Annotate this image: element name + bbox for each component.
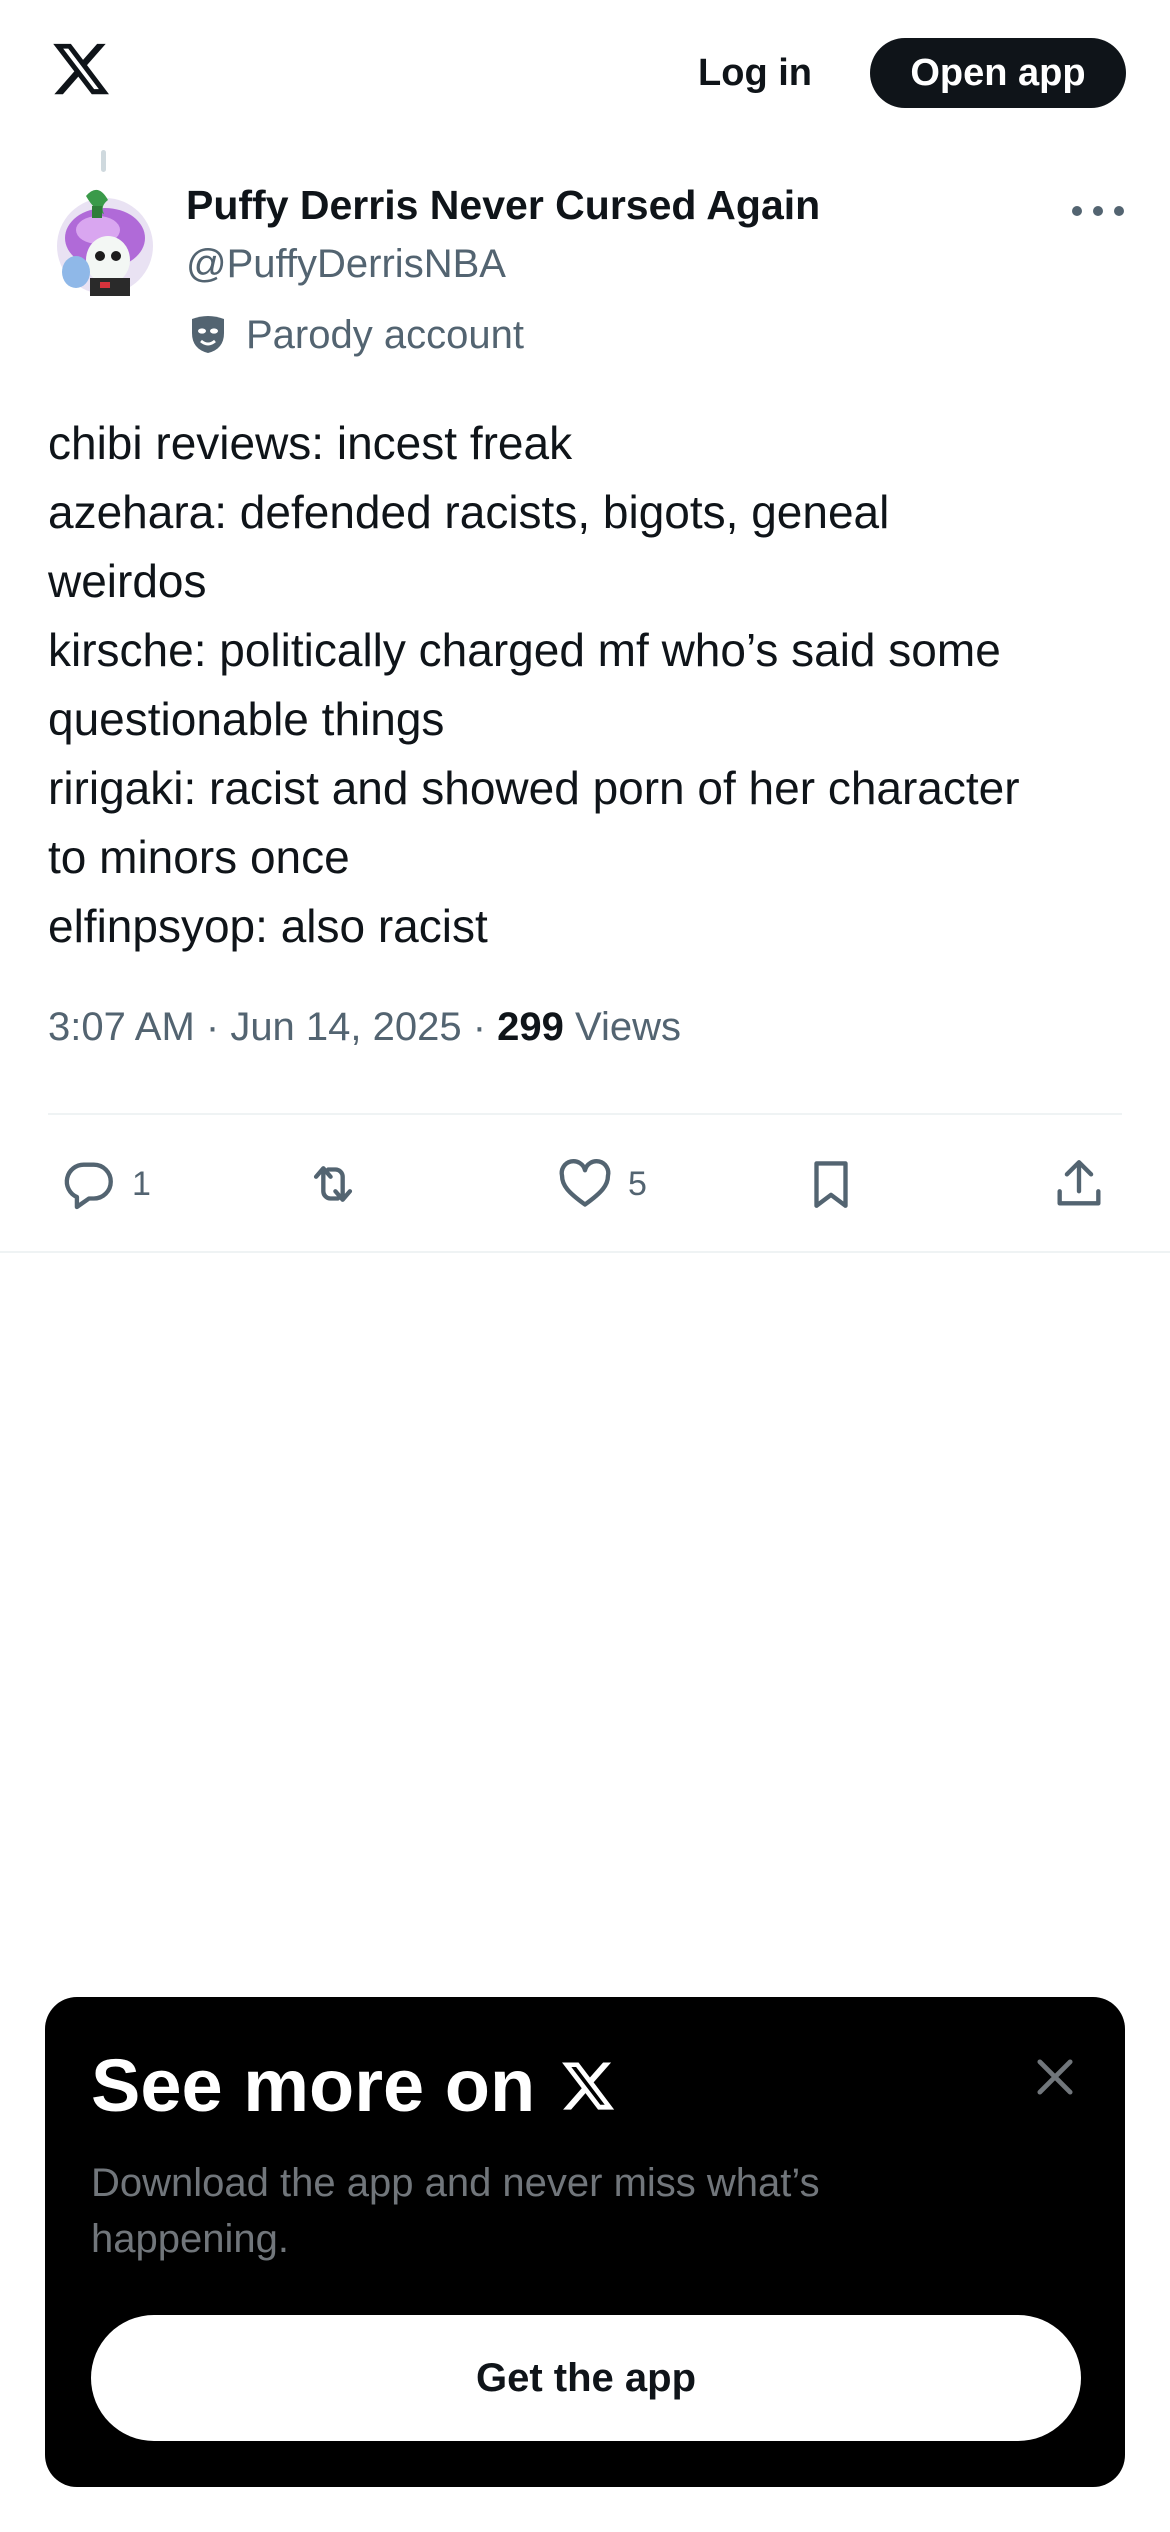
- tweet-line: chibi reviews: incest freak: [48, 417, 573, 469]
- author-handle[interactable]: @PuffyDerrisNBA: [186, 242, 506, 287]
- promo-description: Download the app and never miss what’s h…: [91, 2161, 820, 2261]
- meta-separator: ·: [194, 1005, 231, 1049]
- retweet-button[interactable]: [304, 1152, 376, 1216]
- retweet-icon: [313, 1166, 353, 1202]
- promo-title: See more on: [91, 2043, 619, 2128]
- divider: [48, 1113, 1122, 1115]
- like-icon: [559, 1159, 611, 1207]
- tweet-line: weirdos: [48, 555, 207, 607]
- top-bar: Log in Open app: [0, 0, 1170, 148]
- x-logo-icon: [562, 2061, 615, 2110]
- thread-connector-line: [101, 150, 106, 172]
- meta-separator: ·: [461, 1005, 498, 1049]
- views-count: 299: [497, 1005, 564, 1049]
- avatar[interactable]: [56, 182, 154, 298]
- tweet-line: elfinpsyop: also racist: [48, 900, 488, 952]
- more-options-icon[interactable]: [1072, 196, 1124, 226]
- login-button[interactable]: Log in: [680, 40, 830, 106]
- app-promo-card: See more on Download the app and never m…: [45, 1997, 1125, 2487]
- tweet-line: questionable things: [48, 693, 445, 745]
- tweet-line: to minors once: [48, 831, 350, 883]
- like-count: 5: [628, 1164, 647, 1203]
- reply-button[interactable]: 1: [60, 1152, 151, 1216]
- parody-badge-label: Parody account: [246, 312, 524, 357]
- bookmark-button[interactable]: [802, 1152, 860, 1216]
- tweet-text: chibi reviews: incest freak azehara: def…: [48, 409, 1128, 961]
- get-the-app-button[interactable]: Get the app: [91, 2315, 1081, 2441]
- bookmark-icon: [814, 1161, 848, 1208]
- views-label: Views: [575, 1005, 682, 1049]
- tweet-metadata: 3:07 AM · Jun 14, 2025 · 299 Views: [48, 1005, 681, 1050]
- divider: [0, 1251, 1170, 1253]
- share-button[interactable]: [1050, 1152, 1108, 1216]
- tweet-line: azehara: defended racists, bigots, genea…: [48, 486, 890, 538]
- share-icon: [1057, 1160, 1101, 1206]
- promo-title-text: See more on: [91, 2044, 536, 2127]
- close-icon[interactable]: [1029, 2051, 1081, 2103]
- open-app-button[interactable]: Open app: [870, 38, 1126, 108]
- like-button[interactable]: 5: [556, 1152, 647, 1216]
- parody-mask-icon: [192, 316, 224, 353]
- tweet-time[interactable]: 3:07 AM: [48, 1005, 195, 1049]
- tweet-line: ririgaki: racist and showed porn of her …: [48, 762, 1020, 814]
- x-logo-icon[interactable]: [48, 38, 114, 100]
- reply-icon: [64, 1162, 113, 1210]
- author-display-name[interactable]: Puffy Derris Never Cursed Again: [186, 182, 820, 229]
- reply-count: 1: [132, 1164, 151, 1203]
- tweet-date[interactable]: Jun 14, 2025: [230, 1005, 461, 1049]
- parody-badge: Parody account: [190, 310, 524, 360]
- tweet-line: kirsche: politically charged mf who’s sa…: [48, 624, 1001, 676]
